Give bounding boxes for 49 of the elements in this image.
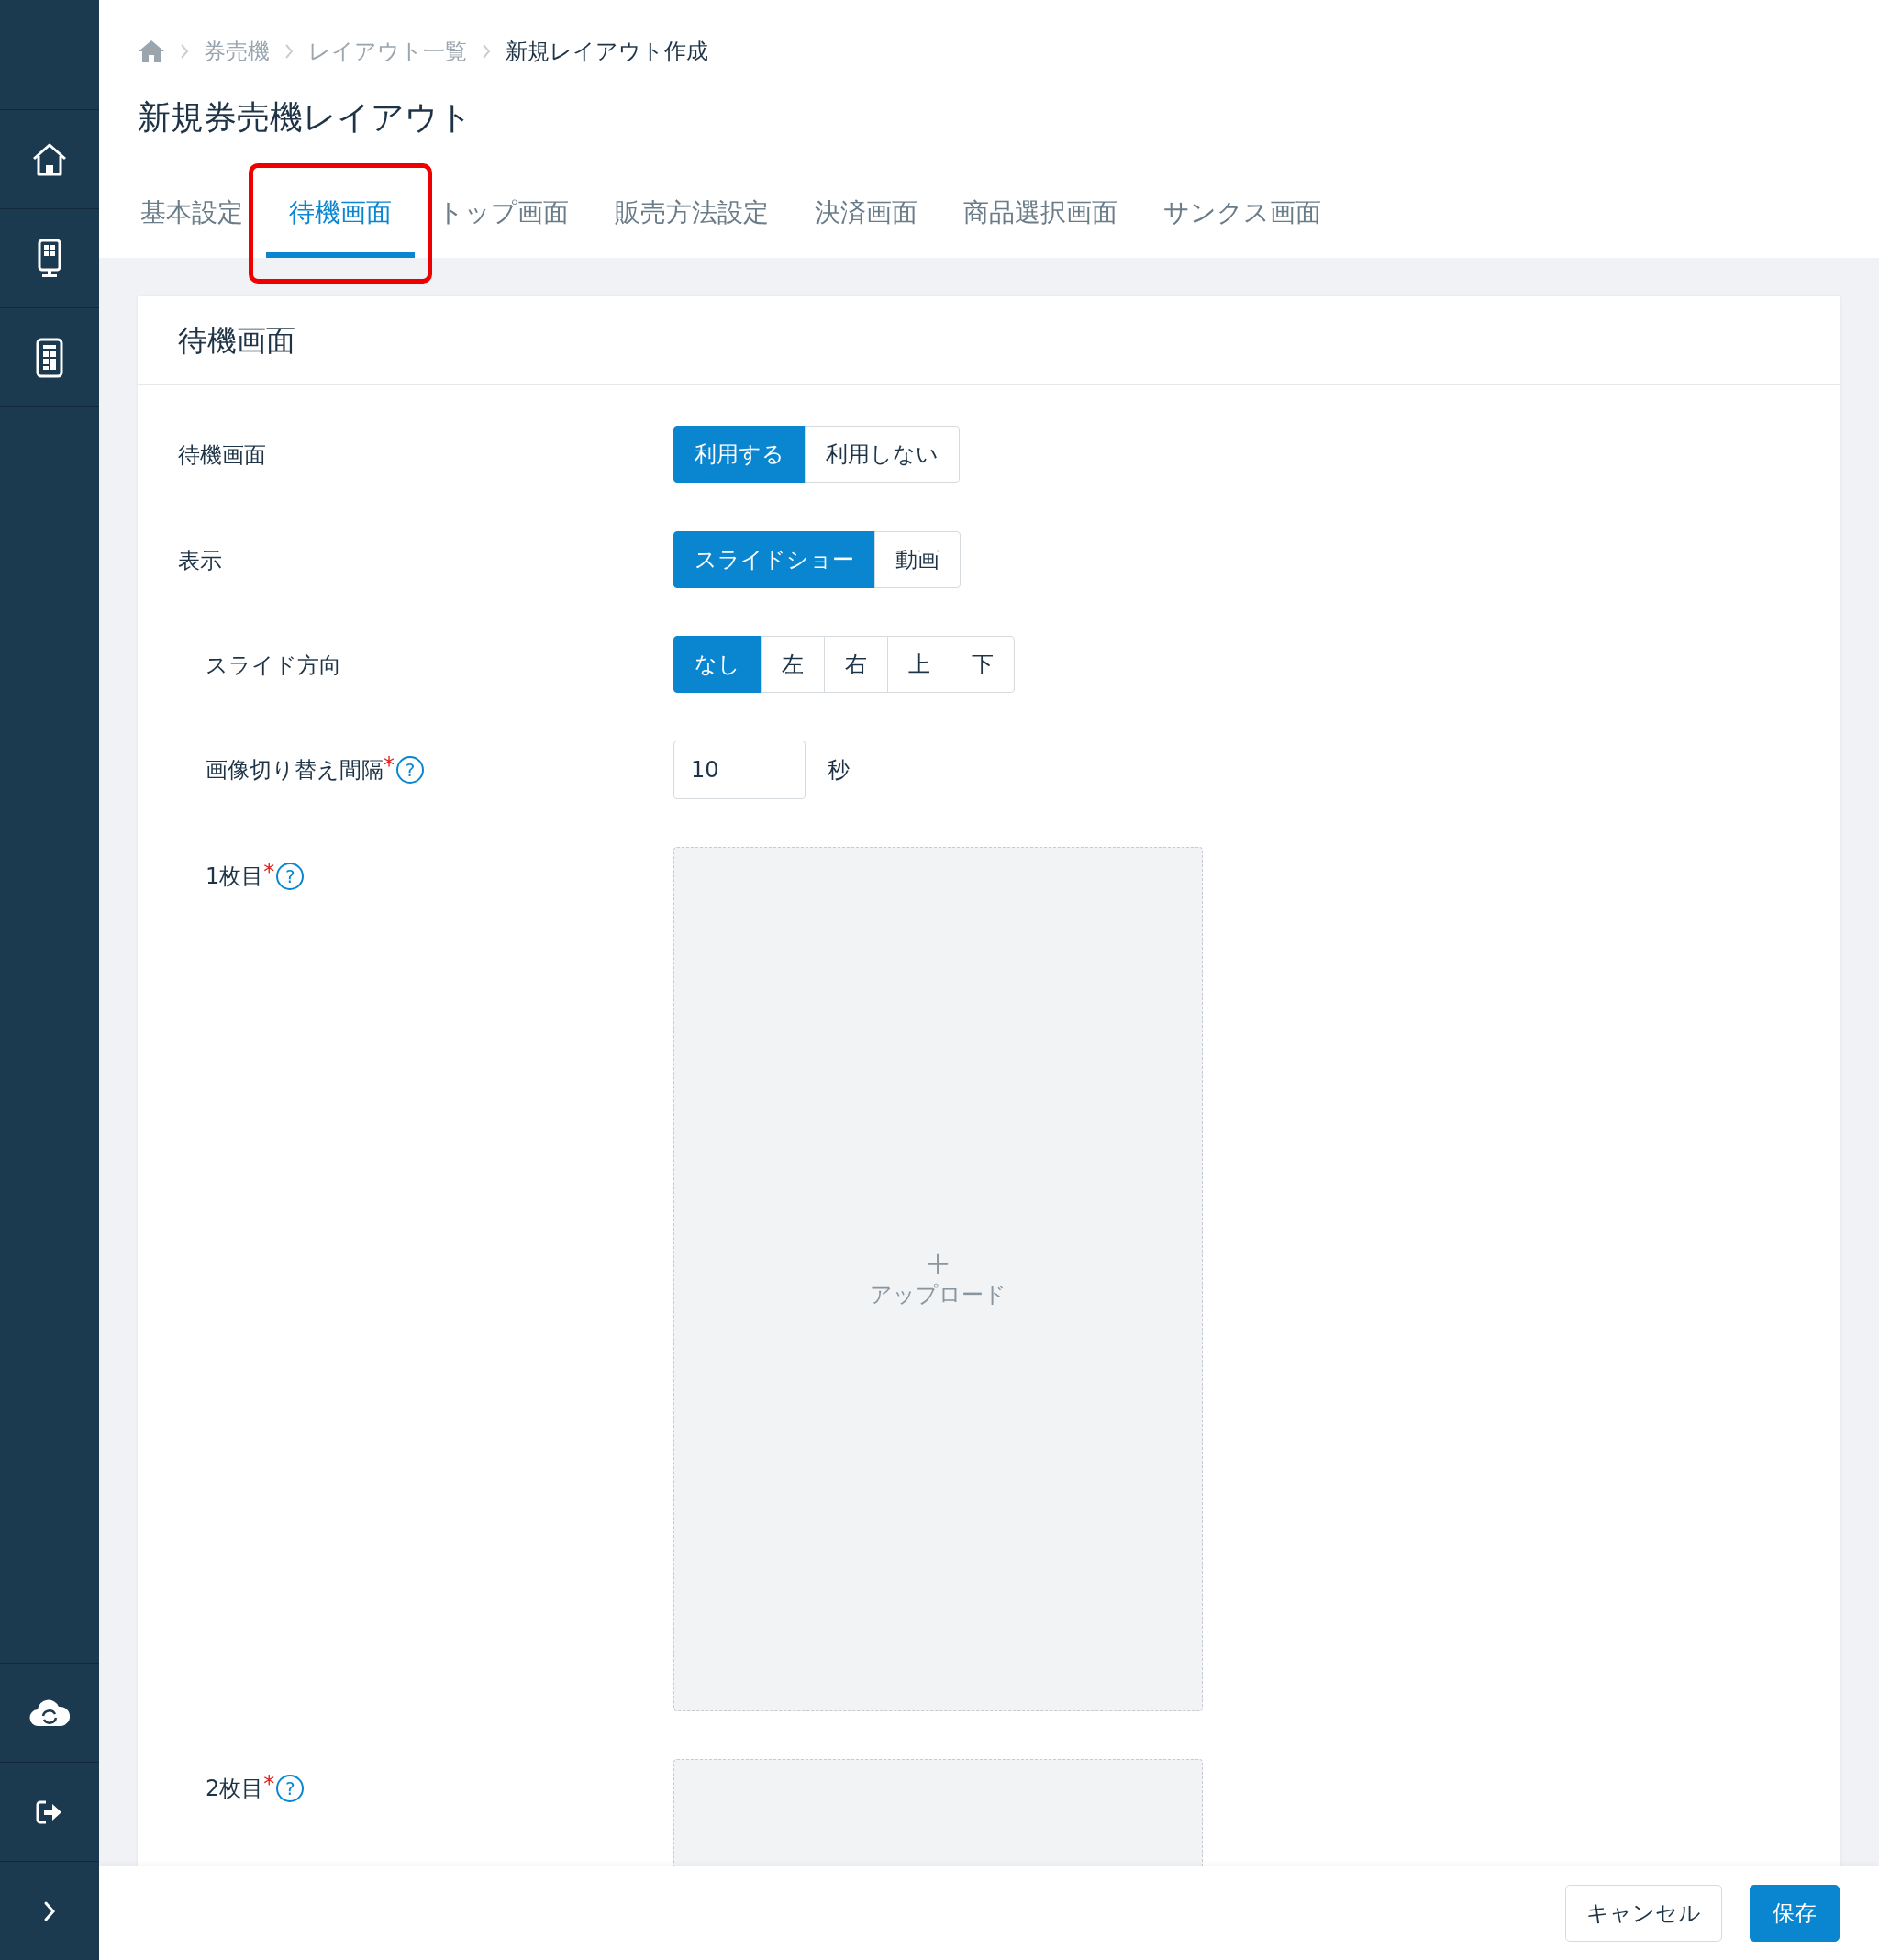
segment-option[interactable]: 利用する	[673, 426, 806, 484]
plus-sign: +	[925, 1247, 951, 1279]
unit-label: 秒	[828, 756, 850, 785]
tab[interactable]: サンクス画面	[1140, 194, 1344, 259]
page-title: 新規券売機レイアウト	[138, 97, 473, 138]
help-icon[interactable]: ?	[276, 863, 305, 891]
breadcrumb-current: 新規レイアウト作成	[506, 38, 708, 66]
logout-icon[interactable]	[36, 1799, 63, 1825]
field-label: 1枚目	[206, 863, 264, 892]
tab[interactable]: 商品選択画面	[940, 194, 1140, 259]
segment-option[interactable]: 動画	[874, 531, 961, 589]
save-button[interactable]: 保存	[1750, 1885, 1840, 1942]
tab[interactable]: 販売方法設定	[592, 194, 792, 259]
tab[interactable]: トップ画面	[415, 194, 592, 259]
segment-option[interactable]: なし	[673, 636, 762, 694]
tab[interactable]: 決済画面	[792, 194, 940, 259]
segment-option[interactable]: 左	[761, 636, 825, 694]
chevron-right-icon	[284, 43, 294, 60]
field-label: 2枚目	[206, 1775, 264, 1804]
breadcrumb-link[interactable]: レイアウト一覧	[308, 35, 467, 68]
number-field[interactable]: 10	[673, 741, 806, 800]
field-label: 待機画面	[178, 441, 266, 471]
breadcrumb-link[interactable]: 券売機	[204, 35, 270, 68]
chevron-right-icon	[482, 43, 491, 60]
kiosk-icon[interactable]	[38, 238, 61, 279]
help-icon[interactable]: ?	[276, 1775, 305, 1803]
segment-option[interactable]: 下	[951, 636, 1015, 694]
field-label: 画像切り替え間隔	[206, 756, 384, 785]
chevron-right-icon	[180, 43, 189, 60]
required-mark: *	[384, 752, 395, 781]
required-mark: *	[263, 1770, 275, 1799]
segment-option[interactable]: 利用しない	[805, 426, 960, 484]
upload-area[interactable]: + アップロード	[673, 847, 1203, 1712]
card-title: 待機画面	[138, 296, 1840, 386]
segment-option[interactable]: スライドショー	[673, 531, 875, 589]
cancel-button[interactable]: キャンセル	[1565, 1885, 1722, 1942]
required-mark: *	[263, 858, 275, 887]
home-icon[interactable]	[31, 141, 68, 177]
segment-option[interactable]: 右	[824, 636, 888, 694]
chevron-right-icon[interactable]	[43, 1899, 56, 1922]
field-label: スライド方向	[206, 651, 341, 681]
field-label: 表示	[178, 547, 222, 576]
upload-label: アップロード	[870, 1281, 1006, 1310]
segment-option[interactable]: 上	[887, 636, 951, 694]
cloud-sync-icon[interactable]	[29, 1698, 70, 1728]
tab[interactable]: 基本設定	[117, 194, 266, 259]
tab[interactable]: 待機画面	[266, 194, 415, 259]
tablet-icon[interactable]	[36, 337, 63, 378]
help-icon[interactable]: ?	[396, 756, 424, 785]
